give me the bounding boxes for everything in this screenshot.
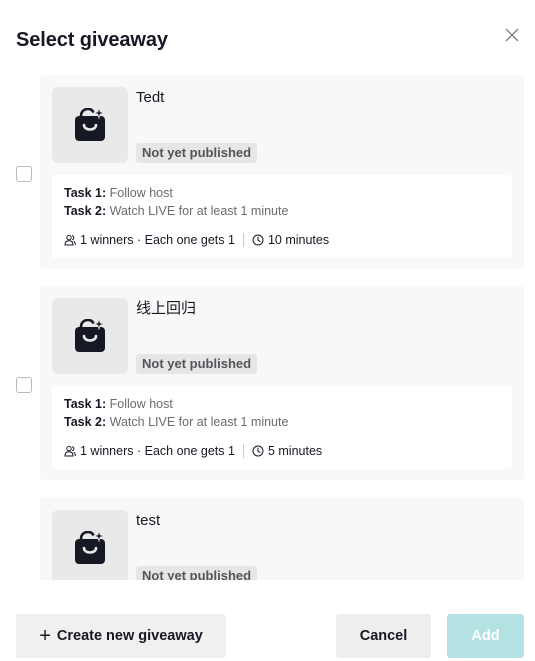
giveaway-list[interactable]: Tedt Not yet published Task 1: Follow ho… <box>0 74 535 580</box>
list-item: 线上回归 Not yet published Task 1: Follow ho… <box>0 285 535 481</box>
list-item: Tedt Not yet published Task 1: Follow ho… <box>0 74 535 270</box>
list-item: test Not yet published <box>0 497 535 580</box>
giveaway-name: 线上回归 <box>136 300 197 317</box>
shopping-bag-icon <box>75 319 106 352</box>
giveaway-thumbnail <box>52 87 128 163</box>
task-1: Task 1: Follow host <box>64 185 173 201</box>
divider <box>242 233 244 247</box>
clock-icon <box>252 234 264 246</box>
giveaway-meta: 1 winners · Each one gets 1 5 minutes <box>64 442 322 460</box>
giveaway-thumbnail <box>52 510 128 580</box>
giveaway-details: Task 1: Follow host Task 2: Watch LIVE f… <box>52 386 512 469</box>
task-2: Task 2: Watch LIVE for at least 1 minute <box>64 414 288 430</box>
giveaway-checkbox[interactable] <box>16 166 32 182</box>
create-giveaway-button[interactable]: + Create new giveaway <box>16 614 226 658</box>
dialog-footer: + Create new giveaway Cancel Add <box>0 614 535 658</box>
task-value: Watch LIVE for at least 1 minute <box>109 204 289 218</box>
giveaway-name: Tedt <box>136 89 165 106</box>
winners-text: 1 winners · Each one gets 1 <box>80 233 235 247</box>
people-icon <box>64 445 76 457</box>
dialog-title: Select giveaway <box>16 29 168 51</box>
status-badge: Not yet published <box>136 566 258 580</box>
task-1: Task 1: Follow host <box>64 396 173 412</box>
plus-icon: + <box>39 625 51 647</box>
task-value: Follow host <box>109 186 173 200</box>
status-badge: Not yet published <box>136 354 258 374</box>
shopping-bag-icon <box>75 531 106 564</box>
giveaway-name: test <box>136 512 161 529</box>
task-value: Watch LIVE for at least 1 minute <box>109 415 289 429</box>
shopping-bag-icon <box>75 108 106 141</box>
duration-text: 10 minutes <box>267 233 330 247</box>
cancel-button[interactable]: Cancel <box>336 614 431 658</box>
giveaway-checkbox[interactable] <box>16 377 32 393</box>
duration-text: 5 minutes <box>267 444 323 458</box>
giveaway-thumbnail <box>52 298 128 374</box>
divider <box>242 444 244 458</box>
task-label: Task 1: <box>64 397 107 411</box>
create-giveaway-label: Create new giveaway <box>56 628 203 644</box>
add-button[interactable]: Add <box>447 614 524 658</box>
close-icon[interactable] <box>505 28 519 42</box>
task-label: Task 1: <box>64 186 107 200</box>
task-label: Task 2: <box>64 415 107 429</box>
giveaway-details: Task 1: Follow host Task 2: Watch LIVE f… <box>52 175 512 258</box>
status-badge: Not yet published <box>136 143 258 163</box>
task-label: Task 2: <box>64 204 107 218</box>
winners-text: 1 winners · Each one gets 1 <box>80 444 235 458</box>
clock-icon <box>252 445 264 457</box>
giveaway-card[interactable]: Tedt Not yet published Task 1: Follow ho… <box>40 75 524 269</box>
dialog-header: Select giveaway <box>16 28 519 54</box>
task-value: Follow host <box>109 397 173 411</box>
giveaway-meta: 1 winners · Each one gets 1 10 minutes <box>64 231 329 249</box>
giveaway-card[interactable]: test Not yet published <box>40 498 524 580</box>
giveaway-card[interactable]: 线上回归 Not yet published Task 1: Follow ho… <box>40 286 524 480</box>
task-2: Task 2: Watch LIVE for at least 1 minute <box>64 203 288 219</box>
people-icon <box>64 234 76 246</box>
